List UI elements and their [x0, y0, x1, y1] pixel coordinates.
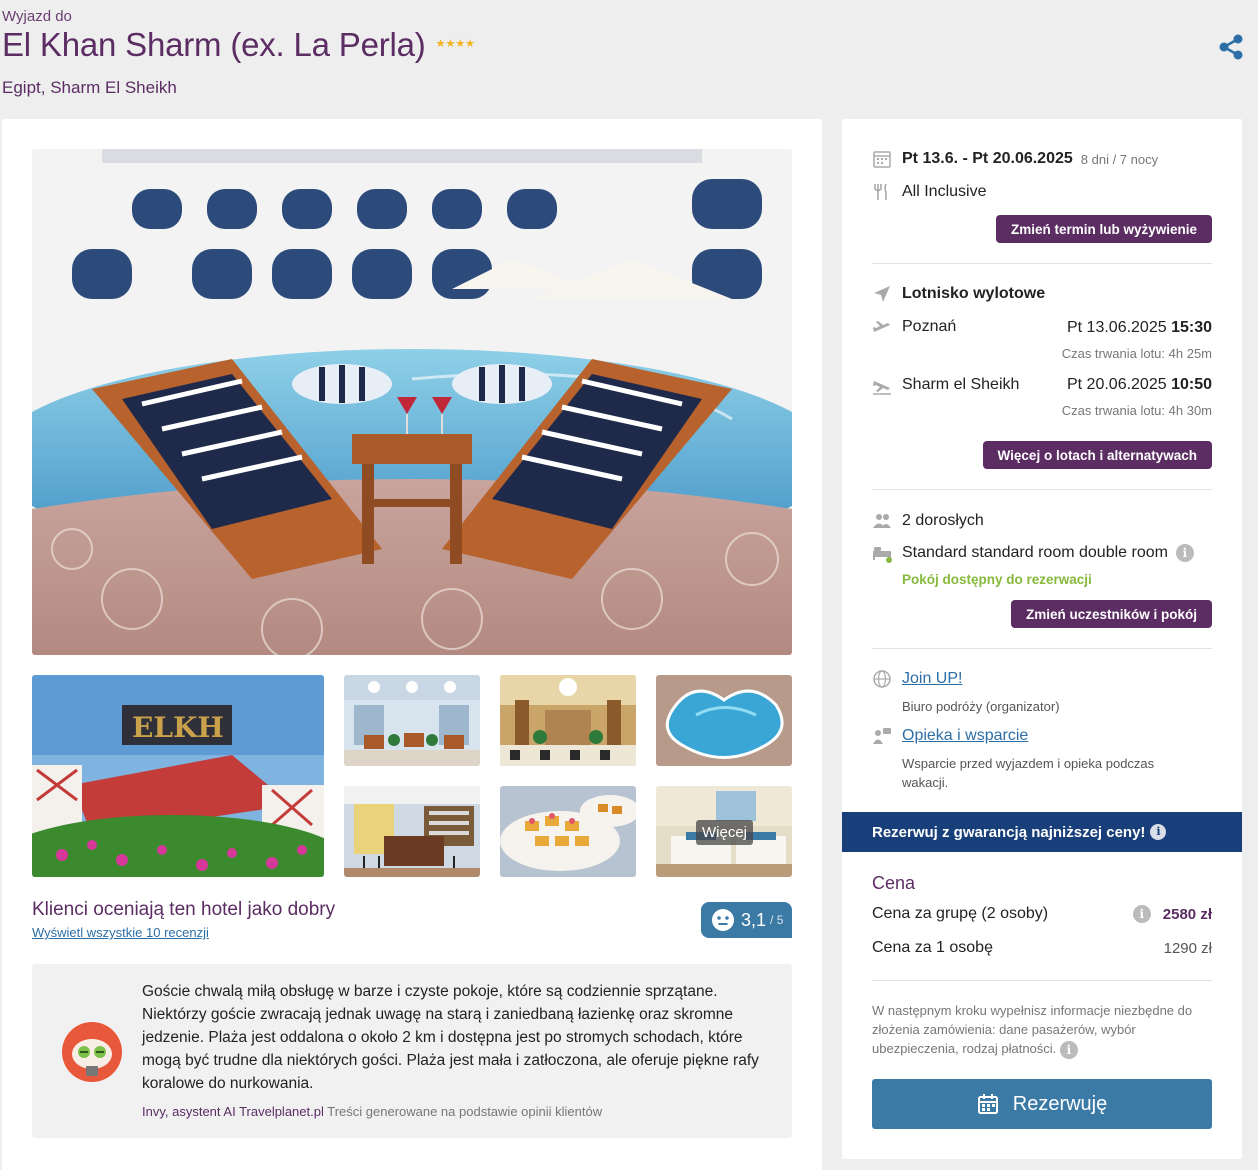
gallery-thumb-restaurant[interactable]	[344, 675, 480, 766]
outbound-time: 15:30	[1171, 319, 1212, 336]
return-city: Sharm el Sheikh	[902, 376, 1020, 393]
divider	[872, 648, 1212, 649]
board-row: All Inclusive	[872, 182, 986, 202]
organizer-link[interactable]: Join UP!	[902, 670, 962, 688]
hotel-title: El Khan Sharm (ex. La Perla)	[2, 26, 426, 63]
return-datetime: Pt 20.06.2025 10:50	[1067, 376, 1212, 394]
travel-dates: Pt 13.6. - Pt 20.06.2025	[902, 150, 1073, 167]
more-photos-label: Więcej	[696, 820, 754, 845]
support-link[interactable]: Opieka i wsparcie	[902, 727, 1028, 745]
rating-title: Klienci oceniają ten hotel jako dobry	[32, 899, 336, 920]
summary-text: Goście chwalą miłą obsługę w barze i czy…	[142, 983, 759, 1092]
outbound-date: Pt 13.06.2025	[1066, 319, 1167, 336]
outbound-duration: Czas trwania lotu: 4h 25m	[1061, 346, 1212, 361]
divider	[872, 980, 1212, 981]
rating-badge[interactable]: 3,1 / 5	[701, 902, 792, 938]
person-price-label: Cena za 1 osobę	[872, 939, 993, 956]
group-price-wrap: i 2580 zł	[1132, 905, 1212, 923]
book-button[interactable]: Rezerwuję	[872, 1079, 1212, 1129]
ai-review-summary: Goście chwalą miłą obsługę w barze i czy…	[32, 964, 792, 1138]
flights-info-button[interactable]: Więcej o lotach i alternatywach	[982, 441, 1212, 469]
organizer-desc: Biuro podróży (organizator)	[902, 699, 1060, 714]
globe-icon	[873, 670, 891, 688]
divider	[872, 263, 1212, 264]
summary-note: Treści generowane na podstawie opinii kl…	[327, 1104, 603, 1119]
bed-icon	[873, 547, 892, 563]
gallery-thumb-bar[interactable]	[344, 786, 480, 877]
person-price-row: Cena za 1 osobę 1290 zł	[872, 939, 1212, 957]
divider	[872, 489, 1212, 490]
room-availability: Pokój dostępny do rezerwacji	[902, 572, 1092, 587]
guarantee-text: Rezerwuj z gwarancją najniższej ceny!	[872, 823, 1146, 841]
hotel-location: Egipt, Sharm El Sheikh	[2, 78, 177, 97]
assistant-avatar	[62, 1022, 122, 1082]
guarantee-info-icon[interactable]: i	[1150, 824, 1167, 840]
return-flight-row: Sharm el Sheikh	[872, 375, 1019, 395]
all-reviews-link[interactable]: Wyświetl wszystkie 10 recenzji	[32, 925, 209, 940]
airport-title-row: Lotnisko wylotowe	[872, 284, 1045, 304]
airport-title: Lotnisko wylotowe	[902, 285, 1046, 302]
outbound-datetime: Pt 13.06.2025 15:30	[1067, 319, 1212, 337]
svg-text:ELKH: ELKH	[132, 711, 224, 744]
change-room-button[interactable]: Zmień uczestników i pokój	[1010, 600, 1212, 628]
plane-takeoff-icon	[873, 321, 890, 332]
organizer-row: Join UP!	[872, 669, 962, 689]
price-info-icon[interactable]: i	[1132, 905, 1151, 923]
gallery-thumb-pool[interactable]	[656, 675, 792, 766]
cutlery-icon	[874, 183, 887, 200]
outbound-city: Poznań	[902, 318, 957, 335]
return-time: 10:50	[1171, 376, 1212, 393]
gallery-thumb-entrance[interactable]: ELKH	[32, 675, 324, 877]
return-date: Pt 20.06.2025	[1066, 376, 1167, 393]
main-photo[interactable]	[32, 149, 792, 655]
gallery-thumb-room-more[interactable]: Więcej	[656, 786, 792, 877]
travellers-row: 2 dorosłych	[872, 511, 984, 531]
support-chat-icon	[873, 728, 891, 744]
dates-row: Pt 13.6. - Pt 20.06.2025 8 dni / 7 nocy	[872, 149, 1158, 169]
lowest-price-guarantee-banner: Rezerwuj z gwarancją najniższej ceny! i	[842, 812, 1242, 852]
summary-credit: Invy, asystent AI Travelplanet.pl Treści…	[142, 1104, 602, 1119]
rating-score: 3,1	[741, 909, 767, 930]
trip-duration: 8 dni / 7 nocy	[1080, 151, 1159, 167]
title-row: El Khan Sharm (ex. La Perla) ★★★★	[2, 26, 475, 64]
location-arrow-icon	[874, 286, 890, 302]
calendar-icon	[873, 151, 891, 168]
rating-max: / 5	[770, 913, 784, 927]
group-price-label: Cena za grupę (2 osoby)	[872, 905, 1049, 922]
gallery-thumb-lobby[interactable]	[500, 675, 636, 766]
star-rating: ★★★★	[435, 37, 476, 50]
support-desc: Wsparcie przed wyjazdem i opieka podczas…	[902, 756, 1155, 790]
support-row: Opieka i wsparcie	[872, 726, 1028, 746]
return-duration: Czas trwania lotu: 4h 30m	[1061, 403, 1212, 418]
summary-author: Invy, asystent AI Travelplanet.pl	[142, 1104, 324, 1119]
change-date-button[interactable]: Zmień termin lub wyżywienie	[995, 215, 1212, 243]
hotel-gallery-card: ELKH Więcej Klienci oceniają ten hotel j…	[2, 119, 822, 1170]
room-row: Standard standard room double room i	[872, 543, 1194, 563]
room-type: Standard standard room double room	[902, 544, 1168, 561]
group-price-row: Cena za grupę (2 osoby) i 2580 zł	[872, 905, 1212, 923]
note-info-icon[interactable]: i	[1059, 1040, 1078, 1059]
person-price: 1290 zł	[1163, 939, 1212, 957]
room-info-icon[interactable]: i	[1175, 544, 1194, 562]
board-type: All Inclusive	[902, 183, 987, 200]
page-header: Wyjazd do El Khan Sharm (ex. La Perla) ★…	[0, 0, 1258, 110]
neutral-face-icon	[712, 909, 734, 931]
gallery-thumb-food[interactable]	[500, 786, 636, 877]
outbound-flight-row: Poznań	[872, 317, 956, 337]
price-section-title: Cena	[872, 873, 916, 893]
share-icon[interactable]	[1218, 34, 1244, 60]
next-step-note-text: W następnym kroku wypełnisz informacje n…	[872, 1003, 1193, 1056]
eyebrow-label: Wyjazd do	[2, 8, 72, 25]
next-step-note: W następnym kroku wypełnisz informacje n…	[872, 1001, 1212, 1059]
people-icon	[873, 514, 891, 528]
group-price: 2580 zł	[1162, 905, 1212, 923]
travellers-count: 2 dorosłych	[902, 512, 984, 529]
booking-card: Pt 13.6. - Pt 20.06.2025 8 dni / 7 nocy …	[842, 119, 1242, 1159]
calendar-icon	[977, 1094, 998, 1114]
book-button-label: Rezerwuję	[1012, 1092, 1108, 1115]
plane-landing-icon	[873, 381, 891, 395]
